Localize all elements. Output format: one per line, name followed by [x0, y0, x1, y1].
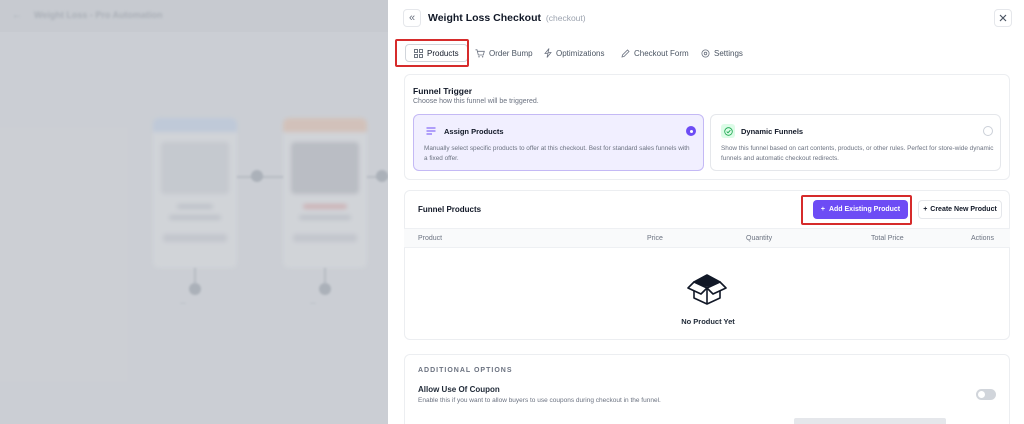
column-header: Quantity: [746, 235, 773, 242]
additional-options-heading: ADDITIONAL OPTIONS: [418, 367, 513, 374]
coupon-option-title: Allow Use Of Coupon: [418, 385, 500, 394]
coupon-toggle[interactable]: [976, 389, 996, 400]
double-chevron-left-icon: «: [408, 12, 416, 24]
empty-box-icon: [687, 274, 727, 305]
create-new-product-button[interactable]: + Create New Product: [918, 200, 1002, 219]
dynamic-funnels-radio[interactable]: [983, 126, 993, 136]
toggle-knob: [978, 391, 985, 398]
tab-order-bump[interactable]: Order Bump: [475, 44, 533, 62]
panel-header: « Weight Loss Checkout (checkout): [388, 0, 1024, 36]
tab-label: Optimizations: [556, 48, 605, 58]
step-settings-panel: « Weight Loss Checkout (checkout) Produc…: [388, 0, 1024, 424]
empty-state-text: No Product Yet: [681, 317, 735, 326]
plus-icon: +: [923, 206, 928, 213]
plus-icon: +: [820, 206, 825, 213]
funnel-canvas-background: ← Weight Loss - Pro Automation — —: [0, 0, 388, 424]
modal-backdrop[interactable]: [0, 0, 388, 424]
option-description: Manually select specific products to off…: [424, 145, 690, 162]
tab-label: Checkout Form: [634, 48, 689, 58]
collapse-panel-button[interactable]: «: [403, 9, 421, 27]
option-description: Show this funnel based on cart contents,…: [721, 145, 994, 162]
column-header: Price: [647, 235, 663, 242]
list-icon: [424, 124, 438, 138]
add-existing-product-button[interactable]: + Add Existing Product: [813, 200, 908, 219]
pen-icon: [621, 48, 630, 58]
option-title: Dynamic Funnels: [741, 127, 804, 136]
cart-icon: [475, 48, 485, 57]
tab-label: Products: [427, 48, 459, 58]
assign-products-option[interactable]: Assign Products Manually select specific…: [413, 114, 704, 171]
dynamic-funnels-option[interactable]: Dynamic Funnels Show this funnel based o…: [710, 114, 1001, 171]
coupon-option-description: Enable this if you want to allow buyers …: [418, 397, 661, 404]
assign-products-radio[interactable]: [686, 126, 696, 136]
products-table-header: Product Price Quantity Total Price Actio…: [404, 228, 1010, 248]
tab-optimizations[interactable]: Optimizations: [544, 44, 604, 62]
next-option-placeholder: [794, 418, 946, 424]
grid-icon: [414, 48, 423, 58]
option-title: Assign Products: [444, 127, 504, 136]
close-icon: [999, 14, 1007, 22]
tab-checkout-form[interactable]: Checkout Form: [621, 44, 689, 62]
column-header: Actions: [971, 235, 994, 242]
funnel-trigger-title: Funnel Trigger: [413, 86, 473, 96]
tab-label: Settings: [714, 48, 743, 58]
close-panel-button[interactable]: [994, 9, 1012, 27]
tab-label: Order Bump: [489, 48, 533, 58]
column-header: Total Price: [871, 235, 904, 242]
bolt-icon: [544, 48, 552, 58]
gear-icon: [701, 49, 710, 57]
funnel-trigger-description: Choose how this funnel will be triggered…: [413, 98, 539, 105]
check-icon: [721, 124, 735, 138]
column-header: Product: [418, 235, 443, 242]
panel-subtitle: (checkout): [545, 13, 586, 23]
panel-title: Weight Loss Checkout (checkout): [428, 12, 586, 24]
settings-tabs: Products Order Bump Optimizations Checko…: [388, 38, 1024, 68]
tab-settings[interactable]: Settings: [701, 44, 743, 62]
tab-products[interactable]: Products: [405, 44, 468, 62]
funnel-products-title: Funnel Products: [418, 205, 482, 214]
